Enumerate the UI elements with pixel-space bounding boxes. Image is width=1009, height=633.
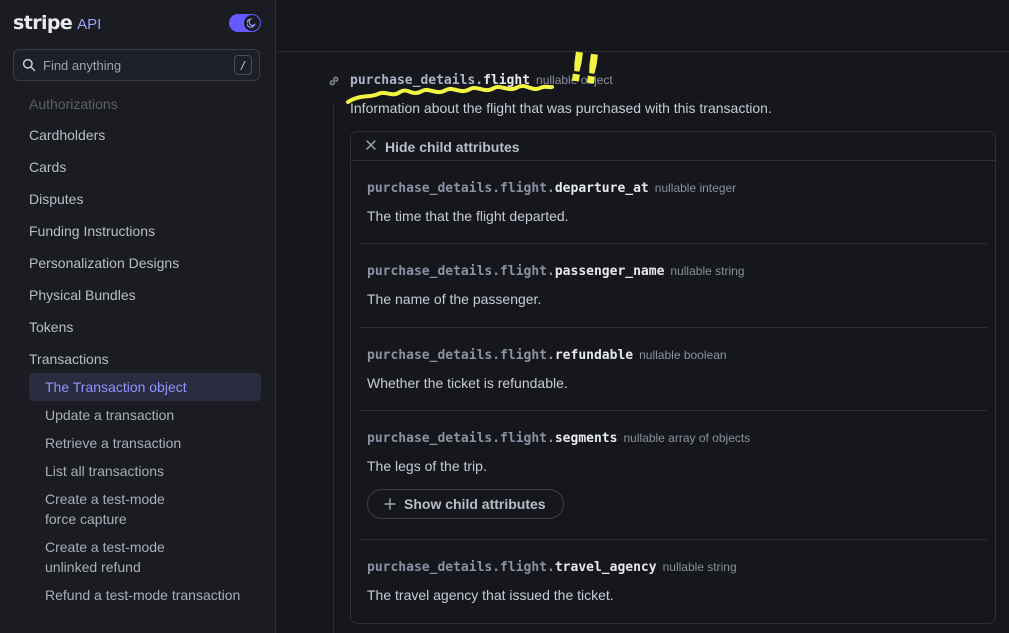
child-attribute-heading: purchase_details.flight.departure_at null… — [367, 179, 736, 197]
row-divider — [359, 327, 987, 328]
child-attribute-name: purchase_details.flight.segments — [367, 431, 618, 446]
search-icon — [22, 58, 36, 77]
brand[interactable]: stripe API — [13, 10, 101, 36]
api-label: API — [77, 15, 102, 33]
child-attribute-description: The legs of the trip. — [367, 458, 487, 474]
child-attribute-heading: purchase_details.flight.travel_agency nul… — [367, 558, 737, 576]
theme-toggle[interactable] — [229, 14, 261, 32]
sidebar-subitem-refund-transaction[interactable]: Refund a test-mode transaction — [45, 585, 240, 605]
child-attribute-description: The name of the passenger. — [367, 291, 542, 307]
child-attribute-description: The time that the flight departed. — [367, 208, 569, 224]
stripe-logo: stripe — [13, 12, 73, 34]
sidebar-subitem-list-transactions[interactable]: List all transactions — [45, 461, 164, 481]
child-attribute-type: nullable string — [670, 264, 745, 278]
sidebar-item-disputes[interactable]: Disputes — [29, 191, 83, 207]
child-attribute-description: The travel agency that issued the ticket… — [367, 587, 614, 603]
child-attribute-heading: purchase_details.flight.segments nullable… — [367, 429, 750, 447]
sidebar-subitem-retrieve-transaction[interactable]: Retrieve a transaction — [45, 433, 181, 453]
child-attribute-name: purchase_details.flight.passenger_name — [367, 264, 665, 279]
hide-child-attributes-button[interactable]: Hide child attributes — [365, 138, 520, 156]
top-bar — [277, 0, 1009, 52]
child-attribute-heading: purchase_details.flight.refundable nullab… — [367, 346, 727, 364]
sidebar-item-personalization-designs[interactable]: Personalization Designs — [29, 255, 179, 271]
sidebar-subitem-label: The Transaction object — [45, 379, 187, 395]
close-icon — [365, 138, 377, 156]
child-attribute-type: nullable integer — [654, 181, 737, 195]
sidebar-item-authorizations[interactable]: Authorizations — [29, 96, 118, 112]
row-divider — [359, 243, 987, 244]
moon-icon — [244, 15, 260, 31]
sidebar-subitem-update-transaction[interactable]: Update a transaction — [45, 405, 174, 425]
sidebar-item-physical-bundles[interactable]: Physical Bundles — [29, 287, 136, 303]
show-child-attributes-label: Show child attributes — [404, 496, 546, 512]
child-attribute-type: nullable boolean — [639, 348, 727, 362]
search-shortcut: / — [234, 55, 252, 75]
panel-divider — [351, 160, 995, 161]
plus-icon — [384, 498, 396, 510]
sidebar-item-funding-instructions[interactable]: Funding Instructions — [29, 223, 155, 239]
exclamation-annotation: !! — [564, 44, 602, 94]
child-attribute-type: nullable array of objects — [623, 431, 751, 445]
child-attribute-name: purchase_details.flight.departure_at — [367, 181, 649, 196]
sidebar-item-cards[interactable]: Cards — [29, 159, 66, 175]
search-placeholder: Find anything — [43, 58, 122, 73]
sidebar-subitem-transaction-object[interactable]: The Transaction object — [29, 373, 261, 401]
sidebar-item-transactions[interactable]: Transactions — [29, 351, 109, 367]
link-icon[interactable] — [327, 74, 341, 93]
sidebar-subitem-unlinked-refund[interactable]: Create a test-mode unlinked refund — [45, 537, 195, 577]
sidebar-subitem-force-capture[interactable]: Create a test-mode force capture — [45, 489, 195, 529]
row-divider — [359, 539, 987, 540]
child-attribute-description: Whether the ticket is refundable. — [367, 375, 568, 391]
child-attribute-name: purchase_details.flight.refundable — [367, 348, 634, 363]
hide-child-attributes-label: Hide child attributes — [385, 139, 520, 155]
show-child-attributes-button[interactable]: Show child attributes — [367, 489, 564, 519]
child-attribute-name: purchase_details.flight.travel_agency — [367, 560, 657, 575]
child-attribute-heading: purchase_details.flight.passenger_name nu… — [367, 262, 744, 280]
search-input[interactable]: Find anything / — [13, 49, 260, 81]
sidebar-item-tokens[interactable]: Tokens — [29, 319, 73, 335]
sidebar-item-cardholders[interactable]: Cardholders — [29, 127, 105, 143]
child-attribute-type: nullable string — [662, 560, 737, 574]
row-divider — [359, 410, 987, 411]
gutter-divider — [333, 102, 334, 633]
sidebar: stripe API Find anything / Authorization… — [0, 0, 276, 633]
